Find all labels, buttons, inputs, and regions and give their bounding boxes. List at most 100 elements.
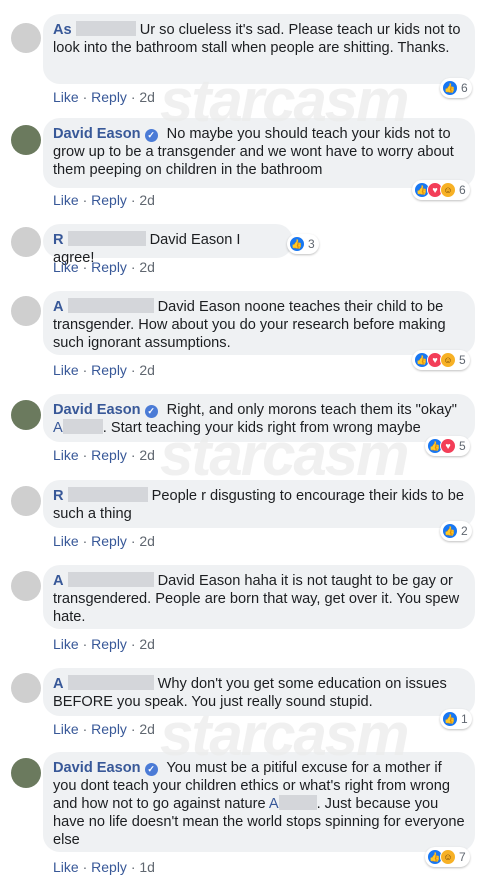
reaction-count: 5 <box>459 353 466 367</box>
like-reaction-icon: 👍 <box>442 711 458 727</box>
reply-link[interactable]: Reply <box>91 859 127 875</box>
reaction-count: 2 <box>461 524 468 538</box>
reaction-summary[interactable]: 👍 ☺ 7 <box>425 847 470 867</box>
commenter-name[interactable]: David Eason <box>53 760 141 776</box>
avatar[interactable] <box>11 758 41 788</box>
reaction-count: 6 <box>461 81 468 95</box>
avatar[interactable] <box>11 227 41 257</box>
commenter-name[interactable]: David Eason <box>53 402 141 418</box>
comment-text: Right, and only morons teach them its "o… <box>166 402 457 418</box>
timestamp[interactable]: 2d <box>139 533 155 549</box>
haha-reaction-icon: ☺ <box>440 182 456 198</box>
comment-actions: Like · Reply · 2d <box>53 533 155 549</box>
like-link[interactable]: Like <box>53 259 79 275</box>
mentioned-user[interactable]: A <box>53 420 63 436</box>
comment-actions: Like · Reply · 2d <box>53 192 155 208</box>
timestamp[interactable]: 2d <box>139 636 155 652</box>
redacted-name <box>62 419 103 434</box>
redacted-name <box>67 572 154 587</box>
commenter-name[interactable]: David Eason <box>53 126 141 142</box>
reaction-summary[interactable]: 👍 2 <box>440 521 472 541</box>
mentioned-user[interactable]: A <box>269 796 279 812</box>
verified-icon: ✓ <box>144 763 158 776</box>
reaction-count: 5 <box>459 439 466 453</box>
like-link[interactable]: Like <box>53 636 79 652</box>
reaction-count: 6 <box>459 183 466 197</box>
reply-link[interactable]: Reply <box>91 362 127 378</box>
comment-bubble: David Eason ✓ You must be a pitiful excus… <box>43 752 475 852</box>
like-link[interactable]: Like <box>53 89 79 105</box>
redacted-name <box>75 21 136 36</box>
redacted-name <box>67 487 148 502</box>
comment-actions: Like · Reply · 2d <box>53 721 155 737</box>
comment-bubble: David Eason ✓ Right, and only morons teac… <box>43 394 475 442</box>
avatar[interactable] <box>11 571 41 601</box>
haha-reaction-icon: ☺ <box>440 352 456 368</box>
verified-icon: ✓ <box>144 405 158 418</box>
comment-actions: Like · Reply · 1d <box>53 859 155 875</box>
reply-link[interactable]: Reply <box>91 259 127 275</box>
avatar[interactable] <box>11 23 41 53</box>
like-link[interactable]: Like <box>53 192 79 208</box>
redacted-name <box>67 231 146 246</box>
like-link[interactable]: Like <box>53 859 79 875</box>
comment-bubble: R People r disgusting to encourage their… <box>43 480 475 528</box>
comment-bubble: R David Eason I agree! <box>43 224 293 266</box>
reaction-summary[interactable]: 👍 ♥ ☺ 6 <box>412 180 470 200</box>
timestamp[interactable]: 2d <box>139 89 155 105</box>
comment-actions: Like · Reply · 2d <box>53 259 155 275</box>
timestamp[interactable]: 2d <box>139 259 155 275</box>
love-reaction-icon: ♥ <box>440 438 456 454</box>
reaction-count: 7 <box>459 850 466 864</box>
timestamp[interactable]: 2d <box>139 192 155 208</box>
comment-bubble: A David Eason haha it is not taught to b… <box>43 565 475 629</box>
reaction-summary[interactable]: 👍 6 <box>440 78 472 98</box>
avatar[interactable] <box>11 296 41 326</box>
comment-bubble: David Eason ✓ No maybe you should teach y… <box>43 118 475 188</box>
reply-link[interactable]: Reply <box>91 447 127 463</box>
redacted-name <box>67 298 154 313</box>
avatar[interactable] <box>11 400 41 430</box>
verified-icon: ✓ <box>144 129 158 142</box>
reaction-summary[interactable]: 👍 ♥ ☺ 5 <box>412 350 470 370</box>
comment-bubble: As Ur so clueless it's sad. Please teach… <box>43 14 475 84</box>
comment-actions: Like · Reply · 2d <box>53 447 155 463</box>
avatar[interactable] <box>11 486 41 516</box>
avatar[interactable] <box>11 125 41 155</box>
comment-actions: Like · Reply · 2d <box>53 636 155 652</box>
timestamp[interactable]: 2d <box>139 362 155 378</box>
like-reaction-icon: 👍 <box>442 80 458 96</box>
redacted-name <box>278 795 317 810</box>
reaction-count: 3 <box>308 237 315 251</box>
like-link[interactable]: Like <box>53 533 79 549</box>
like-link[interactable]: Like <box>53 362 79 378</box>
comment-actions: Like · Reply · 2d <box>53 362 155 378</box>
timestamp[interactable]: 2d <box>139 447 155 463</box>
reply-link[interactable]: Reply <box>91 89 127 105</box>
avatar[interactable] <box>11 673 41 703</box>
reaction-summary[interactable]: 👍 ♥ 5 <box>425 436 470 456</box>
reply-link[interactable]: Reply <box>91 533 127 549</box>
reply-link[interactable]: Reply <box>91 192 127 208</box>
commenter-name[interactable]: R <box>53 488 64 504</box>
like-reaction-icon: 👍 <box>289 236 305 252</box>
like-reaction-icon: 👍 <box>442 523 458 539</box>
commenter-name[interactable]: A <box>53 299 64 315</box>
reply-link[interactable]: Reply <box>91 636 127 652</box>
timestamp[interactable]: 1d <box>139 859 155 875</box>
like-link[interactable]: Like <box>53 447 79 463</box>
comment-bubble: A David Eason noone teaches their child … <box>43 291 475 355</box>
reaction-count: 1 <box>461 712 468 726</box>
redacted-name <box>67 675 154 690</box>
like-link[interactable]: Like <box>53 721 79 737</box>
commenter-name[interactable]: A <box>53 573 64 589</box>
commenter-name[interactable]: R <box>53 232 64 248</box>
comment-bubble: A Why don't you get some education on is… <box>43 668 475 716</box>
commenter-name[interactable]: As <box>53 22 72 38</box>
haha-reaction-icon: ☺ <box>440 849 456 865</box>
reaction-summary[interactable]: 👍 1 <box>440 709 472 729</box>
reaction-summary[interactable]: 👍 3 <box>287 234 319 254</box>
reply-link[interactable]: Reply <box>91 721 127 737</box>
commenter-name[interactable]: A <box>53 676 64 692</box>
timestamp[interactable]: 2d <box>139 721 155 737</box>
